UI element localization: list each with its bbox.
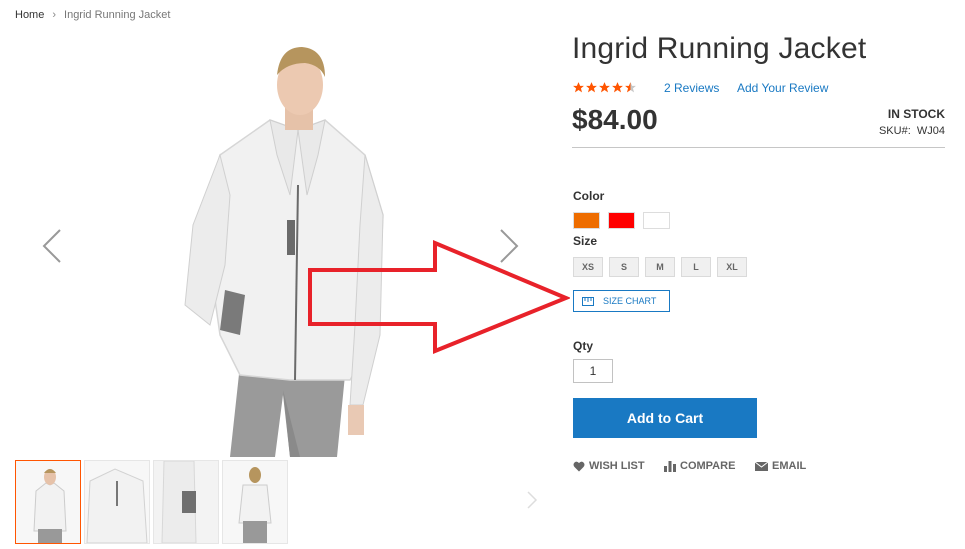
thumbnails-next-button[interactable] <box>526 490 538 515</box>
bar-chart-icon <box>664 460 676 472</box>
annotation-arrow <box>308 240 570 354</box>
color-swatch-red[interactable] <box>608 212 635 229</box>
product-price: $84.00 <box>572 104 658 135</box>
size-chart-button[interactable]: SIZE CHART <box>573 290 670 312</box>
color-label: Color <box>573 189 605 203</box>
thumbnail-1[interactable] <box>15 460 81 544</box>
star-icon <box>586 82 597 93</box>
wishlist-label: WISH LIST <box>589 460 645 472</box>
stock-status: IN STOCK <box>887 107 945 121</box>
star-icon <box>612 82 623 93</box>
breadcrumb-current: Ingrid Running Jacket <box>64 9 171 21</box>
reviews-link[interactable]: 2 Reviews <box>664 81 719 95</box>
size-swatch-xl[interactable]: XL <box>717 257 747 277</box>
star-icon <box>573 82 584 93</box>
size-swatch-m[interactable]: M <box>645 257 675 277</box>
color-swatch-orange[interactable] <box>573 212 600 229</box>
add-review-link[interactable]: Add Your Review <box>737 81 828 95</box>
thumbnail-3[interactable] <box>153 460 219 544</box>
size-swatch-xs[interactable]: XS <box>573 257 603 277</box>
compare-label: COMPARE <box>680 460 736 472</box>
size-swatch-l[interactable]: L <box>681 257 711 277</box>
page-title: Ingrid Running Jacket <box>572 32 867 65</box>
thumbnail-2[interactable] <box>84 460 150 544</box>
sku-label: SKU#: <box>878 125 911 137</box>
ruler-icon <box>582 296 594 306</box>
email-label: EMAIL <box>772 460 807 472</box>
envelope-icon <box>755 461 768 471</box>
email-link[interactable]: EMAIL <box>755 460 806 472</box>
add-to-cart-button[interactable]: Add to Cart <box>573 398 757 438</box>
chevron-right-icon: › <box>52 9 57 21</box>
rating-stars <box>572 81 637 94</box>
thumbnail-4[interactable] <box>222 460 288 544</box>
chevron-left-icon <box>42 229 61 263</box>
chevron-right-icon <box>527 491 538 509</box>
wishlist-link[interactable]: WISH LIST <box>573 460 645 472</box>
breadcrumb: Home › Ingrid Running Jacket <box>15 9 170 21</box>
qty-input[interactable]: 1 <box>573 359 613 383</box>
star-icon <box>599 82 610 93</box>
gallery-thumbnails <box>15 460 288 544</box>
compare-link[interactable]: COMPARE <box>664 460 735 472</box>
size-label: Size <box>573 234 598 248</box>
size-swatch-s[interactable]: S <box>609 257 639 277</box>
gallery-prev-button[interactable] <box>40 228 64 264</box>
color-swatch-white[interactable] <box>643 212 670 229</box>
sku: SKU#: WJ04 <box>879 125 945 137</box>
size-chart-label: SIZE CHART <box>603 296 657 306</box>
breadcrumb-home-link[interactable]: Home <box>15 9 44 21</box>
star-half-icon <box>625 82 636 93</box>
sku-value: WJ04 <box>916 125 945 137</box>
qty-label: Qty <box>573 339 594 353</box>
heart-icon <box>573 461 585 471</box>
divider <box>572 147 945 148</box>
